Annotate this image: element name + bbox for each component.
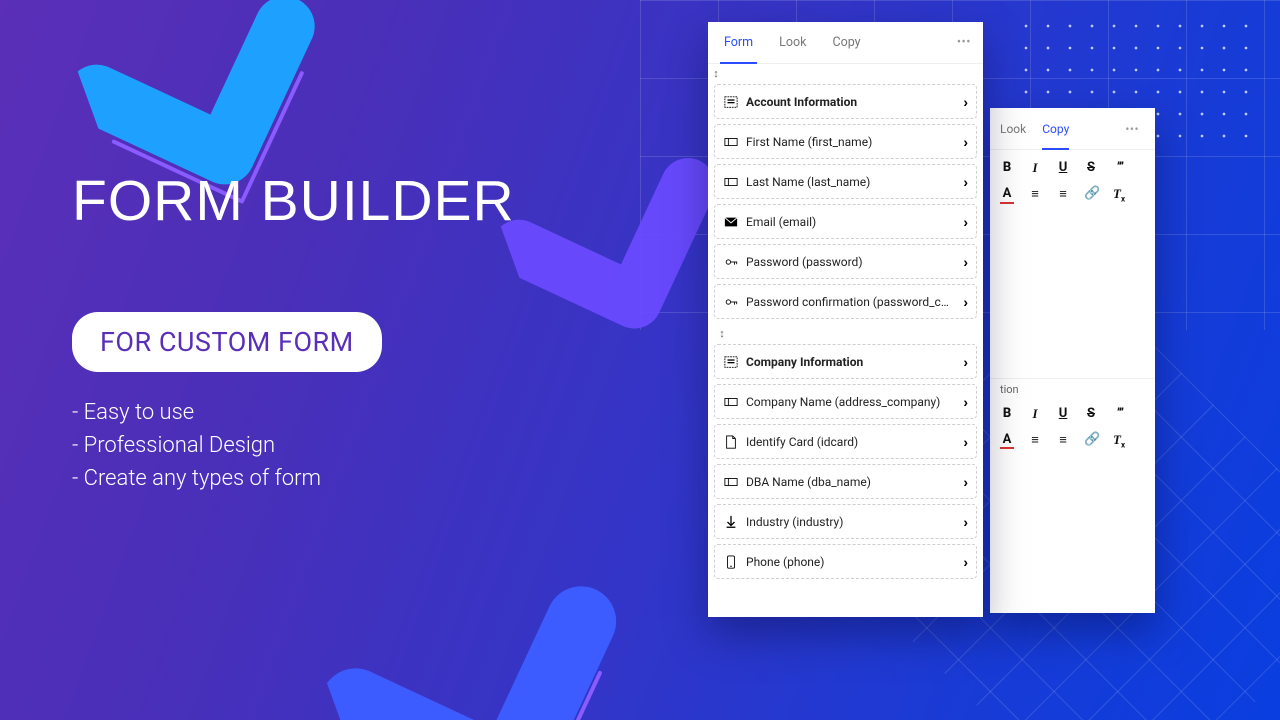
form-field-row[interactable]: DBA Name (dba_name) ›	[714, 464, 977, 499]
rte-bold-button[interactable]: B	[1000, 160, 1014, 176]
tab-look[interactable]: Look	[1000, 108, 1026, 150]
rte-italic-button[interactable]: I	[1028, 160, 1042, 176]
email-icon	[723, 214, 738, 229]
chevron-right-icon: ›	[963, 354, 968, 370]
field-label: Last Name (last_name)	[746, 175, 955, 189]
chevron-right-icon: ›	[963, 174, 968, 190]
editor-panel-back: Look Copy ••• BIUSA≡≡🔗Tx tion BIUSA≡≡🔗Tx	[990, 108, 1155, 613]
field-label: Email (email)	[746, 215, 955, 229]
field-label: Industry (industry)	[746, 515, 955, 529]
section-icon	[723, 94, 738, 109]
form-builder-panel: Form Look Copy ••• ↕ Account Information…	[708, 22, 983, 617]
form-field-row[interactable]: Phone (phone) ›	[714, 544, 977, 579]
hero-bullet: Professional Design	[72, 429, 632, 462]
section-icon	[723, 354, 738, 369]
rte-quote-button[interactable]	[1112, 160, 1126, 176]
field-label: Phone (phone)	[746, 555, 955, 569]
field-label: Password (password)	[746, 255, 955, 269]
field-list: Account Information›First Name (first_na…	[708, 84, 983, 579]
panel-b-tabs: Look Copy •••	[990, 108, 1155, 150]
rte-underline-button[interactable]: U	[1056, 160, 1070, 176]
hero-title: FORM BUILDER	[72, 172, 632, 232]
form-section-row[interactable]: Account Information ›	[714, 84, 977, 119]
tab-copy[interactable]: Copy	[822, 22, 870, 64]
rte-strike-button[interactable]: S	[1084, 160, 1098, 176]
hero-bullet: Easy to use	[72, 396, 632, 429]
truncated-label: tion	[990, 383, 1155, 396]
chevron-right-icon: ›	[963, 94, 968, 110]
tab-form[interactable]: Form	[714, 22, 763, 64]
pwd-icon	[723, 254, 738, 269]
phone-icon	[723, 554, 738, 569]
tab-look[interactable]: Look	[769, 22, 816, 64]
field-label: First Name (first_name)	[746, 135, 955, 149]
text-icon	[723, 394, 738, 409]
pwd-icon	[723, 294, 738, 309]
more-menu-button[interactable]: •••	[1119, 122, 1145, 136]
hero-bullets: Easy to use Professional Design Create a…	[72, 396, 632, 495]
field-label: Account Information	[746, 95, 955, 109]
rte-toolbar: BIUS A ≡ ≡ 🔗 Tx	[990, 150, 1155, 214]
form-field-row[interactable]: Company Name (address_company) ›	[714, 384, 977, 419]
rte-italic-button[interactable]: I	[1028, 406, 1042, 422]
form-field-row[interactable]: Last Name (last_name) ›	[714, 164, 977, 199]
panel-a-tabs: Form Look Copy •••	[708, 22, 983, 64]
rte-link-button[interactable]: 🔗	[1084, 432, 1098, 450]
field-label: Company Name (address_company)	[746, 395, 955, 409]
hero-subtitle-pill: FOR CUSTOM FORM	[72, 312, 382, 372]
chevron-right-icon: ›	[963, 554, 968, 570]
form-field-row[interactable]: Identify Card (idcard) ›	[714, 424, 977, 459]
rte-underline-button[interactable]: U	[1056, 406, 1070, 422]
rte-list-bul-button[interactable]: ≡	[1056, 186, 1070, 204]
rte-list-bul-button[interactable]: ≡	[1056, 432, 1070, 450]
insert-handle-icon[interactable]: ↕	[708, 64, 724, 79]
form-section-row[interactable]: Company Information ›	[714, 344, 977, 379]
rte-link-button[interactable]: 🔗	[1084, 186, 1098, 204]
chevron-right-icon: ›	[963, 434, 968, 450]
hero-bullet: Create any types of form	[72, 462, 632, 495]
form-field-row[interactable]: Password confirmation (password_confirma…	[714, 284, 977, 319]
chevron-right-icon: ›	[963, 294, 968, 310]
file-icon	[723, 434, 738, 449]
rte-color-button[interactable]: A	[1000, 186, 1014, 204]
field-label: DBA Name (dba_name)	[746, 475, 955, 489]
rte-toolbar: BIUS A ≡ ≡ 🔗 Tx	[990, 396, 1155, 460]
rte-bold-button[interactable]: B	[1000, 406, 1014, 422]
text-icon	[723, 174, 738, 189]
insert-handle-icon[interactable]: ↕	[714, 324, 730, 339]
tab-copy[interactable]: Copy	[1042, 108, 1069, 150]
field-label: Identify Card (idcard)	[746, 435, 955, 449]
form-field-row[interactable]: Industry (industry) ›	[714, 504, 977, 539]
rte-color-button[interactable]: A	[1000, 432, 1014, 450]
hero-block: FORM BUILDER FOR CUSTOM FORM Easy to use…	[72, 172, 632, 495]
rte-list-num-button[interactable]: ≡	[1028, 186, 1042, 204]
form-field-row[interactable]: Password (password) ›	[714, 244, 977, 279]
chevron-right-icon: ›	[963, 394, 968, 410]
rte-list-num-button[interactable]: ≡	[1028, 432, 1042, 450]
chevron-right-icon: ›	[963, 254, 968, 270]
text-icon	[723, 134, 738, 149]
promo-stage: FORM BUILDER FOR CUSTOM FORM Easy to use…	[0, 0, 1280, 720]
decor-chevron-2	[308, 528, 693, 720]
more-menu-button[interactable]: •••	[951, 35, 977, 50]
field-label: Password confirmation (password_confirma…	[746, 295, 955, 309]
form-field-row[interactable]: Email (email) ›	[714, 204, 977, 239]
rte-strike-button[interactable]: S	[1084, 406, 1098, 422]
chevron-right-icon: ›	[963, 214, 968, 230]
chevron-right-icon: ›	[963, 514, 968, 530]
rte-clear-button[interactable]: Tx	[1112, 432, 1126, 450]
rte-clear-button[interactable]: Tx	[1112, 186, 1126, 204]
form-field-row[interactable]: First Name (first_name) ›	[714, 124, 977, 159]
chevron-right-icon: ›	[963, 134, 968, 150]
select-icon	[723, 514, 738, 529]
rte-quote-button[interactable]	[1112, 406, 1126, 422]
chevron-right-icon: ›	[963, 474, 968, 490]
field-label: Company Information	[746, 355, 955, 369]
text-icon	[723, 474, 738, 489]
